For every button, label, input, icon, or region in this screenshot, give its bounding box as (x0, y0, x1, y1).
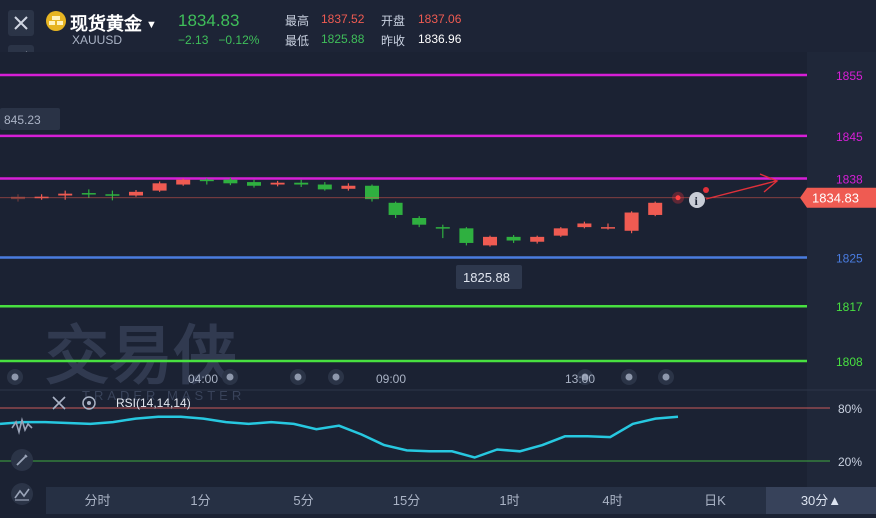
rsi-upper-label: 80% (838, 402, 862, 416)
time-marker-icon[interactable] (222, 369, 238, 385)
time-axis-label: 09:00 (376, 372, 406, 386)
candle-body[interactable] (270, 182, 285, 185)
price-level-label: 1838 (836, 172, 863, 186)
price-level-label: 1817 (836, 300, 863, 314)
period-tab[interactable]: 30分▲ (766, 487, 876, 514)
candle-body[interactable] (294, 182, 309, 185)
info-icon[interactable]: i (689, 192, 705, 208)
price-level-label: 1855 (836, 69, 863, 83)
candle-body[interactable] (648, 202, 663, 215)
price-level-label: 1808 (836, 355, 863, 369)
price-level-label: 1845 (836, 130, 863, 144)
candle-body[interactable] (459, 228, 474, 243)
candle-body[interactable] (129, 191, 143, 196)
candle-body[interactable] (58, 193, 73, 196)
time-marker-icon[interactable] (290, 369, 306, 385)
time-marker-icon[interactable] (7, 369, 23, 385)
candle-body[interactable] (483, 236, 497, 246)
period-tab[interactable]: 1分 (149, 487, 252, 514)
indicator-icon[interactable] (8, 414, 36, 440)
candle-body[interactable] (365, 185, 379, 200)
price-level-label: 1825 (836, 252, 863, 266)
price-axis (807, 52, 876, 487)
period-tab[interactable]: 4时 (561, 487, 664, 514)
candle-body[interactable] (317, 184, 332, 190)
time-axis-label: 04:00 (188, 372, 218, 386)
period-tab[interactable]: 分时 (46, 487, 149, 514)
candle-body[interactable] (81, 193, 96, 195)
candle-body[interactable] (506, 236, 521, 241)
period-tab[interactable]: 1时 (458, 487, 561, 514)
low-tooltip-text: 1825.88 (463, 270, 510, 285)
candle-body[interactable] (247, 182, 261, 186)
current-price-dot (675, 195, 681, 201)
trend-anchor-dot (703, 187, 709, 193)
candle-body[interactable] (435, 227, 450, 229)
candle-body[interactable] (176, 179, 191, 185)
left-price-tag-text: 845.23 (4, 113, 41, 127)
candle-body[interactable] (553, 228, 568, 236)
candle-body[interactable] (412, 218, 427, 225)
time-marker-icon[interactable] (621, 369, 637, 385)
rsi-label: RSI(14,14,14) (116, 396, 191, 410)
time-axis-label: 13:00 (565, 372, 595, 386)
period-tab[interactable]: 5分 (252, 487, 355, 514)
candle-body[interactable] (152, 183, 167, 191)
candle-body[interactable] (624, 212, 639, 231)
chart-background (0, 52, 876, 487)
trend-tool-icon[interactable] (8, 481, 36, 507)
candle-body[interactable] (577, 223, 592, 228)
period-tab[interactable]: 日K (664, 487, 766, 514)
rsi-lower-label: 20% (838, 455, 862, 469)
candle-body[interactable] (530, 236, 545, 242)
draw-pen-icon[interactable] (8, 447, 36, 473)
period-tab[interactable]: 15分 (355, 487, 458, 514)
price-chart[interactable]: 交易侠 TRADER MASTER 1855184518381825181718… (0, 0, 876, 518)
current-price-tag-text: 1834.83 (812, 191, 859, 206)
candle-body[interactable] (105, 194, 120, 196)
candle-body[interactable] (341, 185, 356, 189)
candle-body[interactable] (199, 179, 214, 182)
time-marker-icon[interactable] (658, 369, 674, 385)
period-tabbar: 分时 1分 5分 15分 1时 4时 日K 30分▲ (46, 487, 876, 514)
time-marker-icon[interactable] (328, 369, 344, 385)
candle-body[interactable] (388, 202, 403, 215)
candle-body[interactable] (601, 227, 615, 229)
candle-body[interactable] (223, 179, 238, 184)
